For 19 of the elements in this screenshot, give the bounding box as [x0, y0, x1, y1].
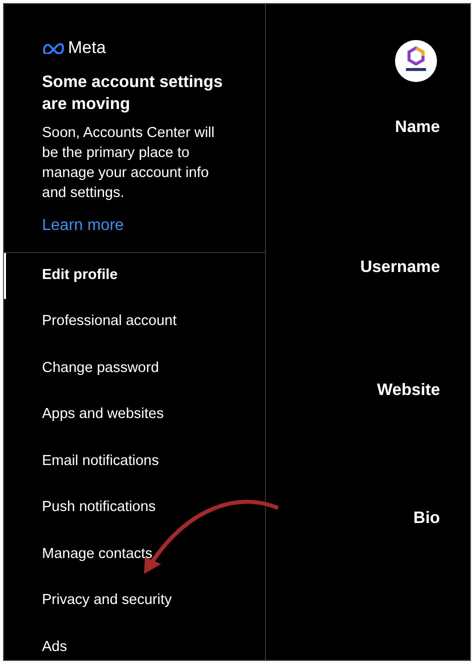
menu-item[interactable]: Ads [4, 624, 265, 664]
field-label: Username [360, 256, 440, 278]
menu-item[interactable]: Push notifications [4, 485, 265, 532]
menu-item[interactable]: Privacy and security [4, 578, 265, 624]
menu-item[interactable]: Email notifications [4, 438, 265, 485]
learn-more-link[interactable]: Learn more [42, 214, 249, 238]
banner-title: Some account settings are moving [42, 72, 224, 114]
menu-item[interactable]: Apps and websites [4, 392, 265, 438]
field-label: Bio [413, 508, 440, 530]
menu-item[interactable]: Edit profile [4, 252, 265, 299]
brand-name: Meta [68, 37, 106, 59]
avatar-icon [395, 40, 437, 82]
meta-logo-icon [42, 42, 65, 54]
menu-item[interactable]: Manage contacts [4, 532, 265, 578]
menu-item[interactable]: Change password [4, 346, 265, 392]
field-label: Name [395, 117, 440, 138]
banner-text: Soon, Accounts Center will be the primary place to manage your account info and settings. [42, 124, 216, 202]
field-label: Website [377, 380, 440, 400]
menu-item[interactable]: Professional account [4, 299, 265, 346]
